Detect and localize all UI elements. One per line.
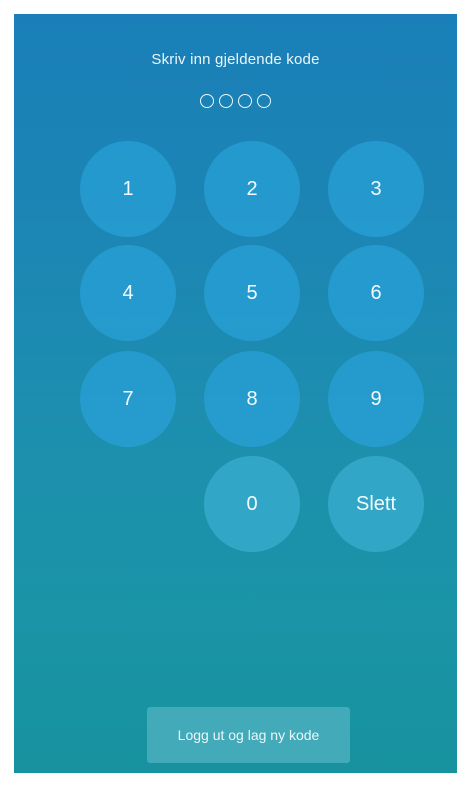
logout-create-new-code-button[interactable]: Logg ut og lag ny kode: [147, 707, 350, 763]
pin-entry-screen: Skriv inn gjeldende kode 1 2 3 4 5 6 7 8…: [14, 14, 457, 773]
key-2[interactable]: 2: [204, 141, 300, 237]
pin-dot-3: [238, 94, 252, 108]
pin-dot-1: [200, 94, 214, 108]
delete-button[interactable]: Slett: [328, 456, 424, 552]
pin-indicator: [14, 94, 457, 108]
key-8[interactable]: 8: [204, 351, 300, 447]
key-9[interactable]: 9: [328, 351, 424, 447]
pin-dot-2: [219, 94, 233, 108]
key-7[interactable]: 7: [80, 351, 176, 447]
key-1[interactable]: 1: [80, 141, 176, 237]
key-3[interactable]: 3: [328, 141, 424, 237]
key-4[interactable]: 4: [80, 245, 176, 341]
pin-prompt: Skriv inn gjeldende kode: [151, 51, 320, 68]
key-5[interactable]: 5: [204, 245, 300, 341]
pin-dot-4: [257, 94, 271, 108]
key-0[interactable]: 0: [204, 456, 300, 552]
key-6[interactable]: 6: [328, 245, 424, 341]
